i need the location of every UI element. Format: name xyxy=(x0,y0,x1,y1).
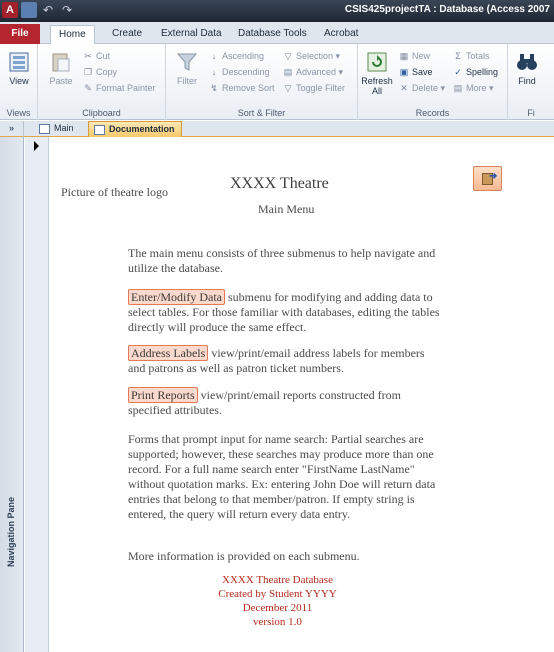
view-icon xyxy=(9,52,29,72)
brush-icon: ✎ xyxy=(84,83,92,93)
quick-access-toolbar: A ↶ ↷ xyxy=(2,2,75,18)
exit-arrow-icon: ➜ xyxy=(489,171,498,182)
tab-file[interactable]: File xyxy=(0,24,40,44)
paste-button[interactable]: Paste xyxy=(44,50,78,86)
sigma-icon: Σ xyxy=(455,51,461,61)
paste-icon xyxy=(52,53,70,72)
address-labels-paragraph: Address Labels view/print/email address … xyxy=(128,345,443,376)
ribbon: View Views Paste ✂ Cut ❐ Copy ✎ Format Pain… xyxy=(0,44,554,120)
spelling-check-icon: ✓ xyxy=(454,67,462,77)
footer-database-name: XXXX Theatre Database xyxy=(222,574,333,586)
footer-date: December 2011 xyxy=(242,602,313,614)
current-record-arrow-icon xyxy=(34,141,39,151)
totals-button[interactable]: Σ Totals xyxy=(452,50,489,63)
clipboard-group-label: Clipboard xyxy=(82,108,121,118)
enter-modify-data-button[interactable]: Enter/Modify Data xyxy=(128,289,225,305)
form-icon xyxy=(39,124,50,134)
record-selector[interactable] xyxy=(25,137,49,652)
tab-database-tools[interactable]: Database Tools xyxy=(230,25,315,44)
remove-sort-button[interactable]: ↯ Remove Sort xyxy=(208,82,274,95)
format-painter-button[interactable]: ✎ Format Painter xyxy=(82,82,155,95)
delete-icon: ✕ xyxy=(400,83,408,93)
copy-button[interactable]: ❐ Copy xyxy=(82,66,117,79)
tab-external-data[interactable]: External Data xyxy=(153,25,230,44)
sort-descending-icon: ↓ xyxy=(211,67,217,77)
navigation-pane-label: Navigation Pane xyxy=(6,496,16,567)
footer-author: Created by Student YYYY xyxy=(218,588,337,600)
tab-acrobat[interactable]: Acrobat xyxy=(316,25,366,44)
doc-tab-documentation[interactable]: Documentation xyxy=(88,121,182,137)
selection-filter-icon: ▽ xyxy=(284,51,292,61)
copy-icon: ❐ xyxy=(83,67,93,77)
toggle-filter-icon: ▽ xyxy=(284,83,292,93)
intro-paragraph: The main menu consists of three submenus… xyxy=(128,246,436,275)
access-window: A ↶ ↷ CSIS425projectTA : Database (Acces… xyxy=(0,0,554,652)
views-group-label: Views xyxy=(6,108,31,118)
forms-note-paragraph: Forms that prompt input for name search:… xyxy=(128,432,436,521)
title-bar: A ↶ ↷ CSIS425projectTA : Database (Acces… xyxy=(0,0,554,22)
doc-tab-main[interactable]: Main xyxy=(34,121,80,137)
ribbon-tabs: File Home Create External Data Database … xyxy=(0,22,554,44)
filter-button[interactable]: Filter xyxy=(170,50,204,86)
delete-record-button[interactable]: ✕ Delete ▾ xyxy=(398,82,445,95)
scissors-icon: ✂ xyxy=(84,51,92,61)
more-icon: ▤ xyxy=(453,83,463,93)
document-tab-strip: » Main Documentation xyxy=(0,121,554,137)
more-button[interactable]: ▤ More ▾ xyxy=(452,82,494,95)
print-reports-button[interactable]: Print Reports xyxy=(128,387,198,403)
navigation-pane[interactable]: Navigation Pane xyxy=(0,137,24,652)
tab-create[interactable]: Create xyxy=(104,25,150,44)
refresh-icon xyxy=(367,52,387,72)
enter-modify-paragraph: Enter/Modify Data submenu for modifying … xyxy=(128,289,443,335)
access-app-icon[interactable]: A xyxy=(2,2,18,18)
close-form-button[interactable]: ➜ xyxy=(473,166,502,191)
new-record-button[interactable]: ▦ New xyxy=(398,50,430,63)
undo-icon[interactable]: ↶ xyxy=(40,2,56,18)
records-group: Refresh All ▦ New ▣ Save ✕ Delete ▾ Σ Totals… xyxy=(358,44,508,120)
advanced-button[interactable]: ▤ Advanced ▾ xyxy=(282,66,343,79)
view-button[interactable]: View xyxy=(2,50,36,86)
more-info-paragraph: More information is provided on each sub… xyxy=(128,549,360,563)
remove-sort-icon: ↯ xyxy=(210,83,218,93)
funnel-icon xyxy=(176,53,198,71)
ascending-button[interactable]: ↓ Ascending xyxy=(208,50,264,63)
save-record-button[interactable]: ▣ Save xyxy=(398,66,433,79)
documentation-form: Picture of theatre logo XXXX Theatre Mai… xyxy=(50,137,554,652)
logo-placeholder: Picture of theatre logo xyxy=(61,185,168,199)
form-title: XXXX Theatre xyxy=(230,175,329,192)
find-button[interactable]: Find xyxy=(510,50,544,86)
refresh-all-button[interactable]: Refresh All xyxy=(360,50,394,96)
records-group-label: Records xyxy=(415,108,450,118)
form-subtitle: Main Menu xyxy=(258,202,315,216)
find-group: Find Fi xyxy=(508,44,554,120)
sort-filter-group: Filter ↓ Ascending ↓ Descending ↯ Remove So… xyxy=(166,44,358,120)
form-icon xyxy=(94,125,105,135)
window-title: CSIS425projectTA : Database (Access 2007 xyxy=(344,4,550,15)
address-labels-button[interactable]: Address Labels xyxy=(128,345,209,361)
print-reports-paragraph: Print Reports view/print/email reports c… xyxy=(128,387,443,418)
tab-home[interactable]: Home xyxy=(50,25,95,44)
new-record-icon: ▦ xyxy=(399,51,409,61)
advanced-filter-icon: ▤ xyxy=(283,67,293,77)
sort-ascending-icon: ↓ xyxy=(211,51,217,61)
nav-pane-toggle[interactable]: » xyxy=(0,121,24,137)
save-icon[interactable] xyxy=(21,2,37,18)
save-record-icon: ▣ xyxy=(399,67,409,77)
toggle-filter-button[interactable]: ▽ Toggle Filter xyxy=(282,82,346,95)
form-footer: XXXX Theatre Database Created by Student… xyxy=(190,573,365,629)
views-group: View Views xyxy=(0,44,38,120)
cut-button[interactable]: ✂ Cut xyxy=(82,50,110,63)
descending-button[interactable]: ↓ Descending xyxy=(208,66,270,79)
sort-filter-group-label: Sort & Filter xyxy=(237,108,286,118)
clipboard-group: Paste ✂ Cut ❐ Copy ✎ Format Painter Clipboa… xyxy=(38,44,166,120)
selection-button[interactable]: ▽ Selection ▾ xyxy=(282,50,341,63)
redo-icon[interactable]: ↷ xyxy=(59,2,75,18)
spelling-button[interactable]: ✓ Spelling xyxy=(452,66,498,79)
binoculars-icon xyxy=(517,54,537,70)
find-group-label: Fi xyxy=(527,108,535,118)
footer-version: version 1.0 xyxy=(253,616,302,628)
